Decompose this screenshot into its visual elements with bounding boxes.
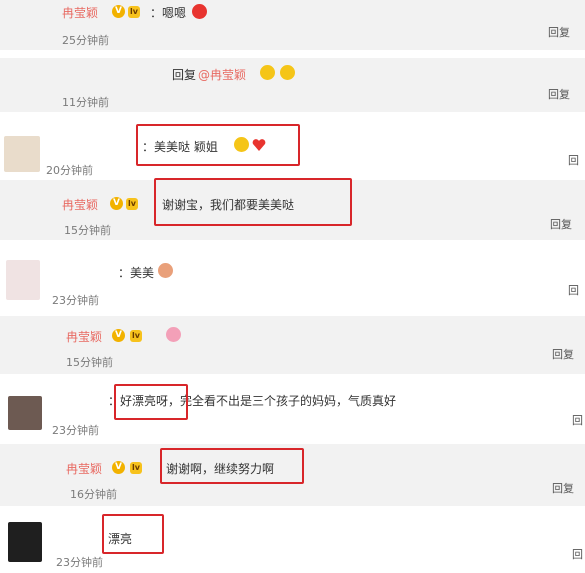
comment-time: 16分钟前 (70, 488, 117, 501)
commenter-name[interactable]: 冉莹颖 (66, 328, 102, 345)
sticker-emoji-icon (158, 263, 173, 278)
highlight-box (102, 514, 164, 554)
reply-button[interactable]: 回 (572, 412, 583, 428)
avatar[interactable] (8, 396, 42, 430)
comment-time: 25分钟前 (62, 34, 109, 47)
commenter-name[interactable] (52, 138, 142, 152)
comment-time: 11分钟前 (62, 96, 109, 109)
avatar[interactable] (8, 522, 42, 562)
reply-button[interactable]: 回复 (550, 216, 572, 232)
comment-row: 回复 @冉莹颖 11分钟前 回复 (0, 58, 585, 112)
comment-time: 23分钟前 (52, 424, 99, 437)
commenter-name[interactable] (62, 66, 162, 80)
comment-row: ：好漂亮呀，完全看不出是三个孩子的妈妈，气质真好 23分钟前 回 (0, 380, 585, 440)
reply-button[interactable]: 回复 (548, 24, 570, 40)
comment-time: 15分钟前 (64, 224, 111, 237)
comment-row: 漂亮 23分钟前 回 (0, 510, 585, 573)
comment-time: 20分钟前 (46, 164, 93, 177)
highlight-box (154, 178, 352, 226)
reply-button[interactable]: 回复 (552, 480, 574, 496)
comment-row: 冉莹颖 V lv ：嗯嗯 25分钟前 回复 (0, 0, 585, 50)
comment-time: 23分钟前 (52, 294, 99, 307)
comment-text: ：嗯嗯 (150, 6, 187, 20)
flower-emoji-icon (192, 4, 207, 19)
verified-icon: V (110, 197, 123, 210)
highlight-box (114, 384, 188, 420)
commenter-name[interactable] (58, 518, 98, 532)
heart-emoji-icon (166, 327, 181, 342)
verified-icon: V (112, 329, 125, 342)
commenter-name[interactable] (52, 264, 112, 278)
comment-row: ：美美哒 颖姐 20分钟前 回 (0, 120, 585, 177)
highlight-box (160, 448, 304, 484)
level-badge-icon: lv (128, 6, 140, 18)
reply-button[interactable]: 回 (572, 546, 583, 562)
avatar[interactable] (6, 260, 40, 300)
commenter-name[interactable]: 冉莹颖 (62, 196, 98, 213)
mention-link[interactable]: @冉莹颖 (198, 66, 246, 83)
reply-button[interactable]: 回 (568, 282, 579, 298)
comment-text: ：美美 (118, 266, 155, 280)
reply-button[interactable]: 回复 (548, 86, 570, 102)
reply-button[interactable]: 回复 (552, 346, 574, 362)
highlight-box (136, 124, 300, 166)
comment-row: 冉莹颖 V lv 15分钟前 回复 (0, 316, 585, 374)
verified-icon: V (112, 461, 125, 474)
commenter-name[interactable]: 冉莹颖 (66, 460, 102, 477)
commenter-name[interactable]: 冉莹颖 (62, 4, 98, 21)
comment-time: 23分钟前 (56, 556, 103, 569)
reply-button[interactable]: 回 (568, 152, 579, 168)
level-badge-icon: lv (126, 198, 138, 210)
verified-icon: V (112, 5, 125, 18)
level-badge-icon: lv (130, 330, 142, 342)
commenter-name[interactable] (52, 392, 108, 406)
laughing-emoji-icon (260, 65, 275, 80)
comment-text: 回复 (172, 68, 197, 82)
comment-time: 15分钟前 (66, 356, 113, 369)
avatar[interactable] (4, 136, 40, 172)
laughing-emoji-icon (280, 65, 295, 80)
comment-row: 冉莹颖 V lv 谢谢啊，继续努力啊 16分钟前 回复 (0, 444, 585, 506)
comment-row: 冉莹颖 V lv 谢谢宝，我们都要美美哒 15分钟前 回复 (0, 178, 585, 240)
comment-row: ：美美 23分钟前 回 (0, 250, 585, 312)
level-badge-icon: lv (130, 462, 142, 474)
